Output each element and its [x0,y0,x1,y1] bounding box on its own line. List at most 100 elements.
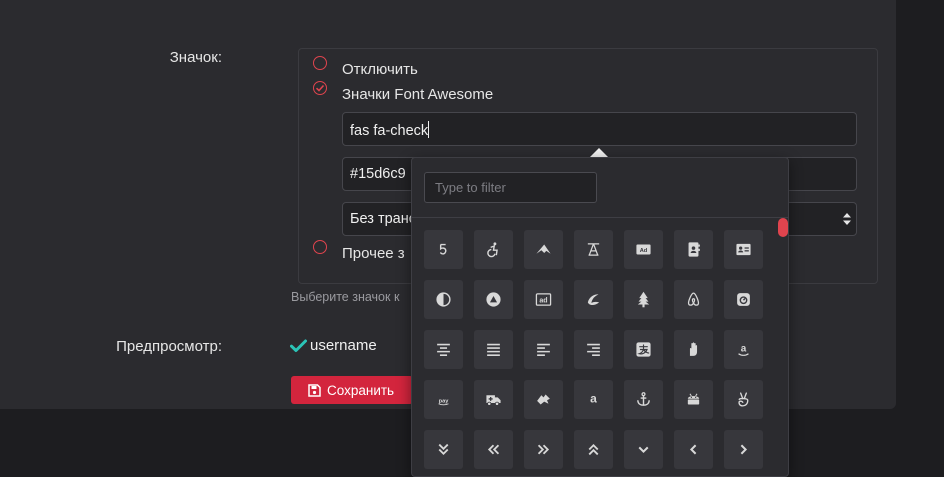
picker-angle-left-option[interactable] [674,430,713,469]
picker-android-option[interactable] [674,380,713,419]
picker-arrow [590,148,608,157]
radio-check-icon [315,84,325,92]
picker-alipay-option[interactable] [624,330,663,369]
picker-divider [412,217,788,218]
picker-adjust-option[interactable] [424,280,463,319]
align-left-icon [537,343,550,356]
picker-align-left-option[interactable] [524,330,563,369]
picker-angle-right-option[interactable] [724,430,763,469]
picker-scrollbar[interactable] [778,218,788,237]
picker-algolia-option[interactable] [724,280,763,319]
picker-amilia-option[interactable]: a [574,380,613,419]
amazon-icon: a [738,344,749,356]
picker-ad-option[interactable]: Ad [624,230,663,269]
radio-other-label[interactable]: Прочее з [342,245,405,262]
picker-angle-double-right-option[interactable] [524,430,563,469]
accessible-icon-icon [487,242,498,258]
picker-address-book-option[interactable] [674,230,713,269]
airbnb-icon [687,292,700,306]
picker-address-card-option[interactable] [724,230,763,269]
picker-affiliatetheme-option[interactable] [574,280,613,319]
adn-icon [486,292,501,307]
angellist-icon [738,392,749,407]
icon-animation-value: Без транс [350,211,416,227]
accusoft-icon [536,244,551,254]
radio-disable-label[interactable]: Отключить [342,61,418,78]
svg-text:Ad: Ad [640,248,648,254]
american-sign-language-icon [537,394,550,405]
angle-double-left-icon [487,444,500,455]
acquisitions-incorporated-icon [587,243,600,256]
picker-accessible-icon-option[interactable] [474,230,513,269]
preview-label: Предпросмотр: [116,338,222,355]
angle-right-icon [740,444,748,455]
angle-left-icon [689,444,697,455]
select-arrows-icon [843,213,851,225]
svg-text:a: a [590,392,597,406]
angle-double-down-icon [438,443,449,456]
alipay-icon [636,342,651,357]
save-button-label: Сохранить [327,382,395,398]
angle-down-icon [638,446,649,454]
picker-airbnb-option[interactable] [674,280,713,319]
adversal-icon: ad [535,293,552,306]
picker-allergies-option[interactable] [674,330,713,369]
icon-color-value: #15d6c9 [350,166,406,182]
picker-angle-double-up-option[interactable] [574,430,613,469]
allergies-icon [689,342,698,356]
picker-align-right-option[interactable] [574,330,613,369]
check-icon [290,339,307,352]
picker-align-justify-option[interactable] [474,330,513,369]
picker-adversal-option[interactable]: ad [524,280,563,319]
address-book-icon [688,242,700,257]
floppy-disk-icon [308,383,321,397]
align-justify-icon [487,343,500,356]
angle-double-up-icon [588,443,599,456]
align-right-icon [587,343,600,356]
amilia-icon: a [590,392,597,406]
preview-username: username [290,337,377,354]
anchor-icon [637,392,650,406]
svg-text:a: a [741,344,747,355]
affiliatetheme-icon [587,294,600,305]
adjust-icon [436,292,451,307]
algolia-icon [737,293,750,306]
picker-anchor-option[interactable] [624,380,663,419]
preview-username-text: username [310,337,377,354]
ambulance-icon [486,395,501,406]
air-freshener-icon [637,291,650,308]
icon-filter-input[interactable] [424,172,597,203]
icon-class-input[interactable]: fas fa-check [342,112,857,146]
picker-american-sign-language-option[interactable] [524,380,563,419]
picker-angle-double-left-option[interactable] [474,430,513,469]
500px-icon [439,243,447,255]
angle-double-right-icon [537,444,550,455]
picker-amazon-pay-option[interactable]: pay [424,380,463,419]
picker-amazon-option[interactable]: a [724,330,763,369]
picker-air-freshener-option[interactable] [624,280,663,319]
picker-angellist-option[interactable] [724,380,763,419]
icon-class-value: fas fa-check [350,123,429,139]
picker-ambulance-option[interactable] [474,380,513,419]
picker-align-center-option[interactable] [424,330,463,369]
picker-500px-option[interactable] [424,230,463,269]
picker-accusoft-option[interactable] [524,230,563,269]
svg-text:ad: ad [539,297,547,305]
amazon-pay-icon: pay [438,399,449,406]
picker-acquisitions-incorporated-option[interactable] [574,230,613,269]
radio-fontawesome-label[interactable]: Значки Font Awesome [342,86,493,103]
save-button[interactable]: Сохранить [291,376,413,404]
icon-picker-dropdown: Ad ad a pay a [411,157,789,477]
picker-adn-option[interactable] [474,280,513,319]
android-icon [687,393,700,405]
picker-angle-double-down-option[interactable] [424,430,463,469]
icon-label: Значок: [169,49,222,66]
ad-icon: Ad [636,244,651,255]
align-center-icon [437,343,450,356]
radio-other[interactable] [313,240,327,254]
radio-fontawesome[interactable] [313,81,327,95]
picker-angle-down-option[interactable] [624,430,663,469]
radio-disable[interactable] [313,56,327,70]
icon-hint: Выберите значок к [291,290,400,304]
text-caret [428,121,430,138]
